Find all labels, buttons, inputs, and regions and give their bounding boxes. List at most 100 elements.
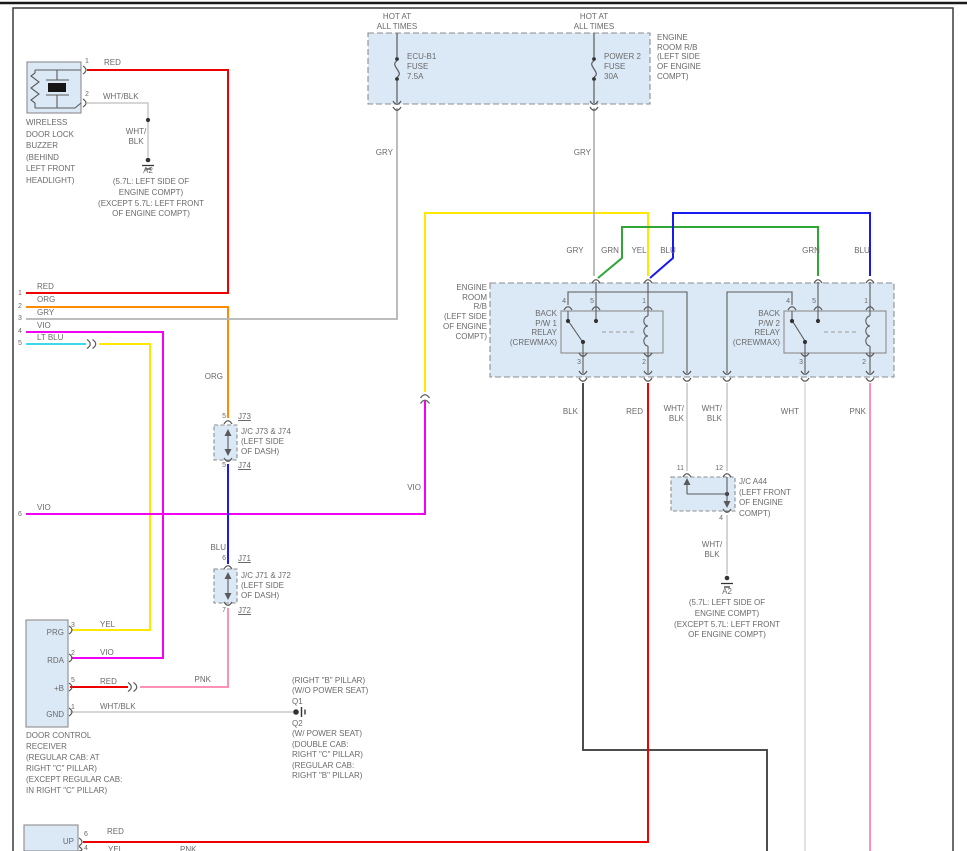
left-pin5-number: 5 bbox=[18, 340, 22, 347]
wire-vio-pin4 bbox=[26, 331, 164, 659]
gry-mid-label: GRY bbox=[566, 246, 584, 255]
blk-out-label: BLK bbox=[562, 407, 578, 416]
j74-pin-number: 5 bbox=[222, 462, 226, 469]
receiver-pin1-number: 1 bbox=[71, 704, 75, 711]
blu-mid-label: BLU bbox=[660, 246, 676, 255]
j73-id: J73 bbox=[238, 412, 251, 421]
a44-pin12-number: 12 bbox=[715, 465, 723, 472]
whtblk-out1-label: WHT/ BLK bbox=[663, 404, 684, 423]
receiver-pin5-number: 5 bbox=[71, 677, 75, 684]
hot-at-label-2: HOT AT ALL TIMES bbox=[573, 12, 615, 31]
wire-red-out bbox=[83, 383, 649, 843]
left-pin2-wire-label: ORG bbox=[37, 295, 56, 304]
grn-right-label: GRN bbox=[802, 246, 820, 255]
left-pin5-wire-label: LT BLU bbox=[37, 333, 64, 342]
org-vertical-label: ORG bbox=[204, 372, 223, 381]
relay1-pin5-number: 5 bbox=[590, 298, 594, 305]
buzzer-pin1-number: 1 bbox=[85, 58, 89, 65]
receiver-vio-wire-label: VIO bbox=[100, 648, 114, 657]
ground-q2-label: Q2 (W/ POWER SEAT) (DOUBLE CAB: RIGHT "C… bbox=[292, 719, 363, 781]
left-pin1-number: 1 bbox=[18, 290, 22, 297]
buzzer-gnd-id: A2 bbox=[143, 166, 153, 175]
bottom-pnk-wire-label: PNK bbox=[180, 845, 197, 851]
buzzer-pin2-wire-label: WHT/BLK bbox=[103, 92, 139, 101]
dot-r2-arm bbox=[802, 339, 808, 345]
buzzer-name: WIRELESS DOOR LOCK BUZZER (BEHIND LEFT F… bbox=[26, 118, 76, 185]
j71-pin-number: 6 bbox=[222, 555, 226, 562]
relay2-pin1-number: 1 bbox=[864, 298, 868, 305]
relay2-pin3-number: 3 bbox=[799, 359, 803, 366]
gnd-bolt-bars bbox=[300, 707, 306, 717]
wiring-diagram-page: HOT AT ALL TIMES HOT AT ALL TIMES ECU-B1… bbox=[0, 0, 967, 851]
relay1-pin1-number: 1 bbox=[642, 298, 646, 305]
a44-gnd-wire-label: WHT/ BLK bbox=[701, 540, 723, 559]
yel-mid-label: YEL bbox=[631, 246, 647, 255]
relay2-name: BACK P/W 2 RELAY (CREWMAX) bbox=[732, 309, 780, 348]
relaybox-name: ENGINE ROOM R/B (LEFT SIDE OF ENGINE COM… bbox=[442, 283, 487, 341]
fuse1-label: ECU-B1 FUSE 7.5A bbox=[407, 52, 437, 81]
pnk-vertical-label: PNK bbox=[194, 675, 211, 684]
wire-pnk-jc bbox=[140, 608, 229, 688]
gry-wire-label-2: GRY bbox=[573, 148, 591, 157]
left-pin4-wire-label: VIO bbox=[37, 321, 51, 330]
jc-j71-box bbox=[213, 568, 238, 604]
j73-name: J/C J73 & J74 (LEFT SIDE OF DASH) bbox=[241, 427, 291, 456]
ground-a2-a44 bbox=[721, 575, 733, 588]
left-pin2-number: 2 bbox=[18, 303, 22, 310]
buzzer-pin2-number: 2 bbox=[85, 91, 89, 98]
j71-id: J71 bbox=[238, 554, 251, 563]
inline-connector-red-pnk bbox=[127, 682, 138, 692]
hot-at-label-1: HOT AT ALL TIMES bbox=[376, 12, 418, 31]
bottom-box-up-label: UP bbox=[62, 837, 74, 846]
gry-wire-label-1: GRY bbox=[375, 148, 393, 157]
dot-buzzer-gnd bbox=[145, 117, 151, 123]
ground-q1-label: (RIGHT "B" PILLAR) (W/O POWER SEAT) Q1 bbox=[292, 676, 369, 706]
receiver-name: DOOR CONTROL RECEIVER (REGULAR CAB: AT R… bbox=[26, 731, 123, 795]
a44-gnd-location: (5.7L: LEFT SIDE OF ENGINE COMPT) (EXCEP… bbox=[674, 598, 780, 640]
a44-pin4-number: 4 bbox=[719, 515, 723, 522]
bottom-pin6-number: 6 bbox=[84, 831, 88, 838]
grn-mid-label: GRN bbox=[601, 246, 619, 255]
pnk-out-label: PNK bbox=[849, 407, 866, 416]
left-pin3-number: 3 bbox=[18, 315, 22, 322]
piezo-element bbox=[48, 83, 66, 92]
left-pin1-wire-label: RED bbox=[37, 282, 54, 291]
bottom-pin4-number: 4 bbox=[84, 845, 88, 851]
j72-id: J72 bbox=[238, 606, 251, 615]
fusebox-name: ENGINE ROOM R/B (LEFT SIDE OF ENGINE COM… bbox=[657, 33, 702, 81]
dot-r2-pin5 bbox=[815, 318, 821, 324]
dot-r1-arm bbox=[580, 339, 586, 345]
relay1-pin4-number: 4 bbox=[562, 298, 566, 305]
a44-pin11-number: 11 bbox=[676, 465, 684, 472]
blu-right-label: BLU bbox=[854, 246, 870, 255]
relay2-pin2-number: 2 bbox=[862, 359, 866, 366]
buzzer-gnd-location: (5.7L: LEFT SIDE OF ENGINE COMPT) (EXCEP… bbox=[98, 177, 204, 219]
relay2-pin4-number: 4 bbox=[786, 298, 790, 305]
drawing-border bbox=[12, 7, 954, 851]
dot-r2-pin4 bbox=[789, 318, 795, 324]
vio-vertical-label: VIO bbox=[407, 483, 421, 492]
relay1-pin3-number: 3 bbox=[577, 359, 581, 366]
receiver-yel-wire-label: YEL bbox=[100, 620, 116, 629]
wire-org bbox=[26, 306, 229, 418]
bottom-yel-wire-label: YEL bbox=[108, 845, 124, 851]
fuse2-dot-bottom bbox=[592, 77, 596, 81]
a44-name: J/C A44 (LEFT FRONT OF ENGINE COMPT) bbox=[739, 477, 791, 519]
left-pin4-number: 4 bbox=[18, 328, 22, 335]
dot-r1-pin5 bbox=[593, 318, 599, 324]
j73-pin-number: 5 bbox=[222, 413, 226, 420]
fuse2-label: POWER 2 FUSE 30A bbox=[604, 52, 641, 81]
gnd-dot bbox=[145, 157, 151, 163]
receiver-pin-b-label: +B bbox=[53, 684, 64, 693]
receiver-pin2-number: 2 bbox=[71, 650, 75, 657]
jc-j73-box bbox=[213, 424, 238, 461]
buzzer-pin1-wire-label: RED bbox=[104, 58, 121, 67]
buzzer-pin-chevrons bbox=[82, 65, 87, 108]
receiver-pin3-number: 3 bbox=[71, 622, 75, 629]
blu-vertical-label: BLU bbox=[210, 543, 226, 552]
a44-gnd-id: A2 bbox=[722, 587, 732, 596]
receiver-pin-prg-label: PRG bbox=[46, 628, 64, 637]
wire-gry-fuse1 bbox=[26, 108, 398, 320]
inline-connector-ltblu-yel bbox=[86, 339, 97, 349]
red-out-label: RED bbox=[626, 407, 643, 416]
